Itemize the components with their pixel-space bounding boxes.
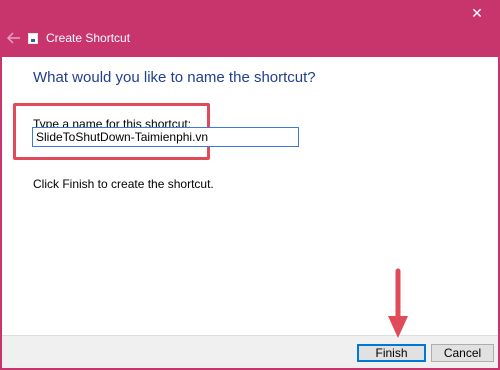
cancel-button[interactable]: Cancel [431, 344, 494, 362]
page-heading: What would you like to name the shortcut… [33, 69, 316, 86]
shortcut-name-input[interactable] [32, 127, 299, 147]
window-title: Create Shortcut [46, 31, 131, 45]
instruction-text: Click Finish to create the shortcut. [33, 177, 214, 191]
down-arrow-icon [388, 268, 408, 338]
back-arrow-icon[interactable] [5, 29, 23, 47]
finish-button[interactable]: Finish [357, 344, 426, 362]
create-shortcut-window: ✕ Create Shortcut What would you like to… [0, 0, 500, 370]
title-bar: ✕ Create Shortcut [0, 0, 500, 57]
close-icon[interactable]: ✕ [464, 0, 490, 26]
shortcut-icon [28, 33, 38, 44]
wizard-content: What would you like to name the shortcut… [2, 57, 498, 335]
button-bar: Finish Cancel [2, 335, 498, 368]
